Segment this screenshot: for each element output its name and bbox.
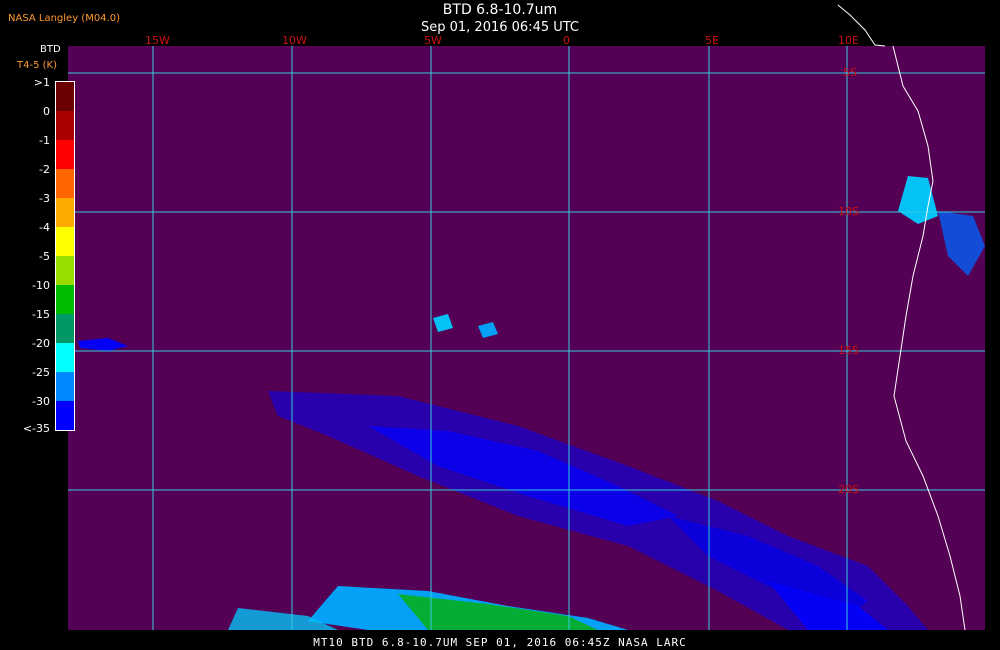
legend-swatch: [56, 198, 74, 227]
satellite-image: [68, 46, 985, 630]
legend-tick: -4: [39, 221, 50, 234]
legend-tick: -5: [39, 250, 50, 263]
legend-swatch: [56, 372, 74, 401]
legend-swatch: [56, 82, 74, 111]
lat-label: 15S: [838, 344, 859, 357]
lat-label: 5S: [843, 66, 857, 79]
map-datetime: Sep 01, 2016 06:45 UTC: [420, 20, 580, 35]
legend-swatch: [56, 111, 74, 140]
legend-swatch: [56, 343, 74, 372]
legend-swatch: [56, 285, 74, 314]
legend-tick: -30: [32, 395, 50, 408]
legend-tick: -2: [39, 163, 50, 176]
lat-label: 20S: [838, 483, 859, 496]
legend-swatch: [56, 401, 74, 430]
legend-tick: <-35: [22, 422, 50, 435]
legend-tick: -3: [39, 192, 50, 205]
legend-tick: -15: [32, 308, 50, 321]
map-title: BTD 6.8-10.7um: [442, 2, 558, 18]
lat-lon-grid: [68, 46, 985, 630]
legend-title: BTD: [40, 44, 61, 55]
legend-tick: >1: [33, 76, 50, 89]
legend-swatch: [56, 140, 74, 169]
legend-swatch: [56, 227, 74, 256]
legend-tick: -1: [39, 134, 50, 147]
cloud-features: [78, 176, 985, 630]
footer-caption: MT10 BTD 6.8-10.7UM SEP 01, 2016 06:45Z …: [313, 636, 687, 649]
legend-swatch: [56, 169, 74, 198]
coastline: [892, 46, 966, 630]
legend-units: T4-5 (K): [17, 60, 57, 71]
legend-swatch: [56, 314, 74, 343]
legend-tick: -20: [32, 337, 50, 350]
legend-tick: 0: [43, 105, 50, 118]
legend-swatch: [56, 256, 74, 285]
lat-label: 10S: [838, 205, 859, 218]
legend-tick: -10: [32, 279, 50, 292]
color-legend: [55, 81, 75, 431]
legend-tick: -25: [32, 366, 50, 379]
